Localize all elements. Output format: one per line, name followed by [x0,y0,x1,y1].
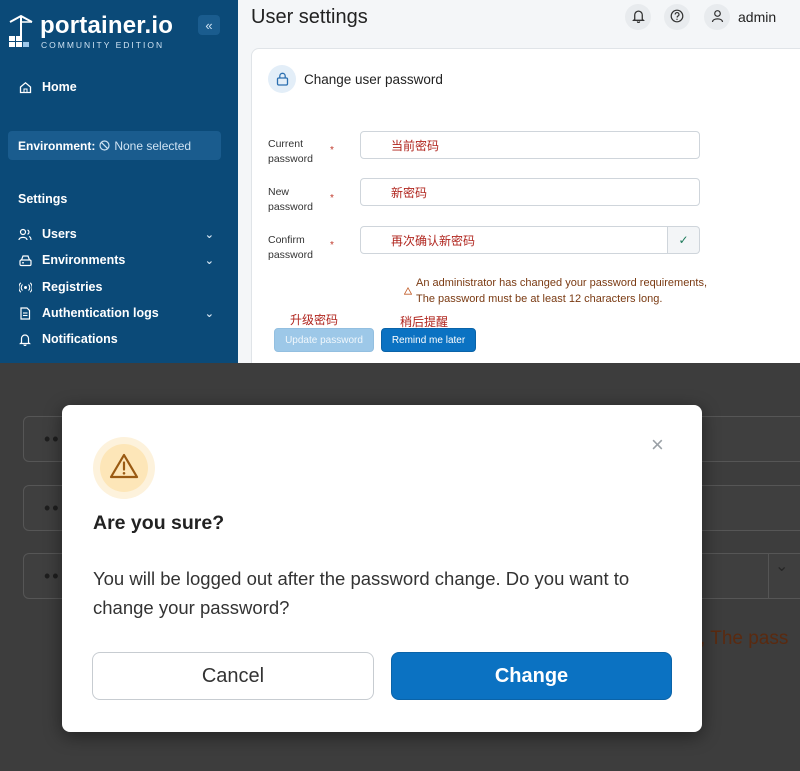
bell-icon [18,332,32,346]
ban-icon [99,140,110,151]
portainer-logo-icon [6,12,36,52]
logo-edition: COMMUNITY EDITION [41,40,165,50]
sidebar-item-home[interactable]: Home [18,80,214,94]
background-separator [768,553,769,599]
sidebar-item-users[interactable]: Users ⌄ [18,227,214,241]
environment-selector[interactable]: Environment: None selected [8,131,221,160]
home-icon [18,80,32,94]
collapse-sidebar-button[interactable]: « [198,15,220,35]
main-content: User settings admin Change user password… [238,0,800,363]
update-password-button[interactable]: Update password [274,328,374,352]
confirm-password-value: 再次确认新密码 [391,233,476,248]
current-password-value: 当前密码 [391,138,440,153]
password-length-warning: The password must be at least 12 charact… [416,293,663,305]
sidebar-item-label: Notifications [42,332,118,346]
chevron-down-icon: ⌄ [204,255,214,267]
bottom-screenshot: •• •• •• ⌄ , The pass × Are you sure? Yo… [0,363,800,771]
background-dots: •• [44,429,61,449]
current-password-label: Current password [268,138,313,165]
environment-label: Environment: [18,138,96,153]
background-dots: •• [44,566,61,586]
portainer-logo[interactable]: portainer.io COMMUNITY EDITION [6,12,173,52]
password-requirement-warning: An administrator has changed your passwo… [416,277,708,289]
card-title: Change user password [304,71,443,87]
annotation-update: 升级密码 [290,313,339,327]
chevron-down-icon: ⌄ [204,308,214,320]
lock-icon [268,65,296,93]
warning-icon-circle [93,437,155,499]
user-icon [711,9,724,26]
background-warning-text: , The pass [700,628,789,649]
sidebar-item-authentication-logs[interactable]: Authentication logs ⌄ [18,306,214,320]
confirm-password-label: Confirm password [268,234,313,261]
notifications-button[interactable] [625,4,651,30]
top-screenshot: portainer.io COMMUNITY EDITION « Home En… [0,0,800,363]
logo-name: portainer.io [40,12,174,39]
cancel-button[interactable]: Cancel [92,652,374,700]
help-icon [670,9,684,26]
sidebar-item-label: Home [42,80,77,94]
dialog-message: You will be logged out after the passwor… [93,568,630,618]
page-title: User settings [251,6,368,28]
dialog-title: Are you sure? [93,512,225,534]
chevron-down-icon: ⌄ [204,229,214,241]
environment-value: None selected [114,138,192,153]
close-icon[interactable]: × [651,432,664,458]
sidebar-item-label: Users [42,227,77,241]
sidebar-item-label: Authentication logs [42,306,159,320]
registries-icon [18,280,32,294]
new-password-input[interactable]: 新密码 [360,178,700,206]
confirm-password-input[interactable]: 再次确认新密码 [360,226,668,254]
chevron-down-icon: ⌄ [775,558,789,575]
warning-triangle-icon [109,453,139,484]
user-avatar [704,4,730,30]
bell-icon [631,9,645,26]
users-icon [18,227,32,241]
required-marker: * [330,193,334,204]
change-password-card: Change user password Current password * … [251,48,800,363]
settings-heading: Settings [18,192,68,206]
new-password-value: 新密码 [391,185,428,200]
remind-me-later-button[interactable]: Remind me later [381,328,476,352]
change-button[interactable]: Change [391,652,672,700]
user-name: admin [738,9,777,25]
check-icon: ✓ [668,226,700,254]
required-marker: * [330,240,334,251]
sidebar-item-environments[interactable]: Environments ⌄ [18,253,214,267]
sidebar-item-label: Environments [42,253,126,267]
confirm-dialog: × Are you sure? You will be logged out a… [62,405,702,732]
sidebar: portainer.io COMMUNITY EDITION « Home En… [0,0,238,363]
double-chevron-left-icon: « [205,17,213,33]
new-password-label: New password [268,186,313,213]
environments-icon [18,253,32,267]
sidebar-item-label: Registries [42,280,103,294]
sidebar-item-notifications[interactable]: Notifications [18,332,214,346]
sidebar-item-registries[interactable]: Registries [18,280,214,294]
help-button[interactable] [664,4,690,30]
required-marker: * [330,145,334,156]
warning-icon [403,286,413,297]
background-dots: •• [44,498,61,518]
auth-logs-icon [18,306,32,320]
user-menu[interactable]: admin [704,4,776,30]
current-password-input[interactable]: 当前密码 [360,131,700,159]
